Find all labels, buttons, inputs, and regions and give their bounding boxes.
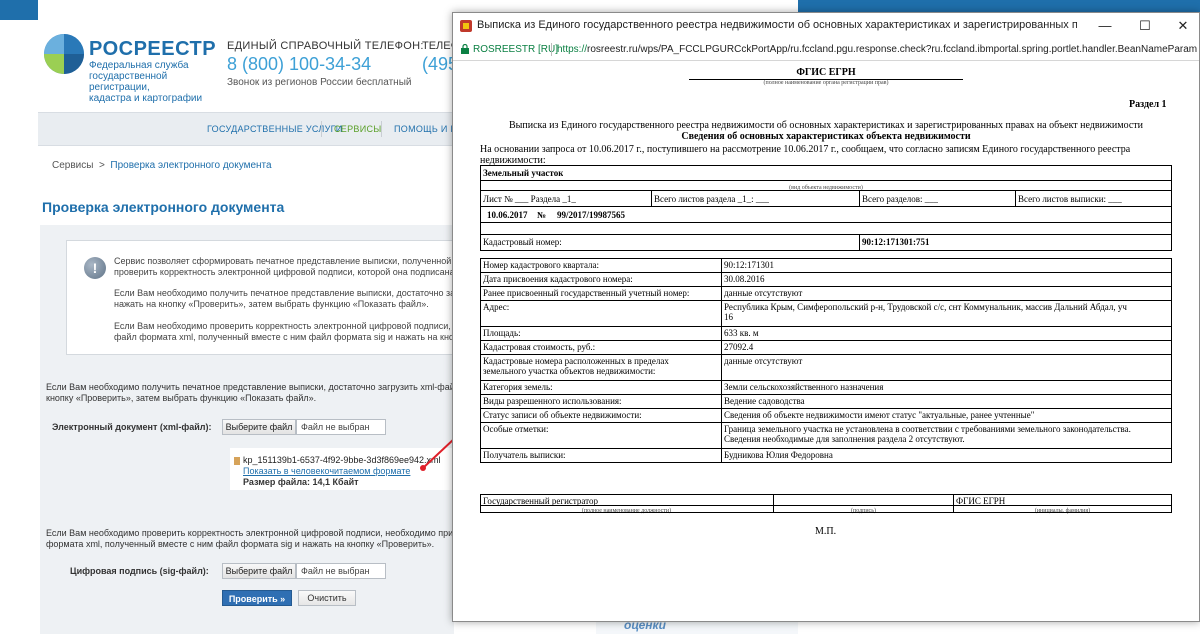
breadcrumb-separator: > xyxy=(99,160,105,171)
url-text[interactable]: https://rosreestr.ru/wps/PA_FCCLPGURCckP… xyxy=(557,44,1197,55)
breadcrumb: Сервисы > Проверка электронного документ… xyxy=(52,160,272,171)
sheets-in-section: Всего листов раздела _1_: ___ xyxy=(654,194,770,204)
rosreestr-logo-icon[interactable] xyxy=(44,34,84,74)
doc-org: ФГИС ЕГРН xyxy=(796,67,856,78)
notice-line: Если Вам необходимо получить печатное пр… xyxy=(114,288,454,298)
chrome-popup-window[interactable]: Выписка из Единого государственного реес… xyxy=(452,12,1200,622)
phone-note: Звонок из регионов России бесплатный xyxy=(227,77,412,88)
doc-basis: На основании запроса от 10.06.2017 г., п… xyxy=(480,144,1131,155)
row-label: Номер кадастрового квартала: xyxy=(483,260,599,270)
row-label: Виды разрешенного использования: xyxy=(483,396,622,406)
doc-section: Раздел 1 xyxy=(1129,99,1167,110)
maximize-icon[interactable]: ☐ xyxy=(1133,16,1157,36)
xml-field-label: Электронный документ (xml-файл): xyxy=(52,422,212,432)
stamp-mark: М.П. xyxy=(815,526,837,537)
check-button[interactable]: Проверить » xyxy=(222,590,292,606)
sheets-total: Всего листов выписки: ___ xyxy=(1018,194,1122,204)
notice-line: файл формата xml, полученный вместе с ни… xyxy=(114,332,454,342)
info-icon: ! xyxy=(84,257,106,279)
doc-subtitle: Сведения об основных характеристиках объ… xyxy=(681,131,971,142)
xml-file-status: Файл не выбран xyxy=(296,419,386,435)
row-label: Кадастровая стоимость, руб.: xyxy=(483,342,596,352)
site-identity[interactable]: ROSREESTR [RU] xyxy=(473,44,558,55)
row-value: Ведение садоводства xyxy=(724,396,805,406)
show-readable-link[interactable]: Показать в человекочитаемом формате xyxy=(243,466,410,476)
clear-button[interactable]: Очистить xyxy=(298,590,356,606)
uploaded-file-size: Размер файла: 14,1 Кбайт xyxy=(243,477,359,487)
uploaded-file-name: kp_151139b1-6537-4f92-9bbe-3d3f869ee942.… xyxy=(243,455,441,465)
row-value: 633 кв. м xyxy=(724,328,759,338)
brand-subtitle: Федеральная служба государственной регис… xyxy=(89,60,203,104)
sheet-number: Лист № ___ Раздела _1_ xyxy=(483,194,576,204)
row-value: 30.08.2016 xyxy=(724,274,765,284)
notice-line: нажать на кнопку «Проверить», затем выбр… xyxy=(114,299,429,309)
row-label: Категория земель: xyxy=(483,382,553,392)
doc-org-caption: (полное наименование органа регистрации … xyxy=(763,80,889,86)
row-label: Кадастровые номера расположенных в преде… xyxy=(483,356,669,366)
sig-section-text: Если Вам необходимо проверить корректнос… xyxy=(46,528,454,538)
doc-number: 99/2017/19987565 xyxy=(557,210,626,220)
phone-number: 8 (800) 100-34-34 xyxy=(227,54,372,74)
notice-line: Если Вам необходимо проверить корректнос… xyxy=(114,321,454,331)
row-value: Сведения необходимые для заполнения разд… xyxy=(724,434,965,444)
lock-icon xyxy=(461,44,469,54)
sig-choose-file-button[interactable]: Выберите файл xyxy=(222,563,296,579)
xml-section-text: Если Вам необходимо получить печатное пр… xyxy=(46,382,454,392)
url-path: rosreestr.ru/wps/PA_FCCLPGURCckPortApp/r… xyxy=(587,44,1197,55)
row-value: 90:12:171301 xyxy=(724,260,775,270)
row-label: Ранее присвоенный государственный учетны… xyxy=(483,288,690,298)
doc-date: 10.06.2017 xyxy=(487,210,528,220)
window-title: Выписка из Единого государственного реес… xyxy=(477,19,1077,31)
breadcrumb-root[interactable]: Сервисы xyxy=(52,160,93,171)
row-label: Дата присвоения кадастрового номера: xyxy=(483,274,633,284)
row-value: данные отсутствуют xyxy=(724,288,803,298)
url-scheme: https:// xyxy=(557,44,588,55)
file-icon xyxy=(234,457,240,465)
page-title: Проверка электронного документа xyxy=(42,199,285,215)
name-caption: (инициалы, фамилия) xyxy=(1034,508,1091,514)
sig-file-status: Файл не выбран xyxy=(296,563,386,579)
brand-name[interactable]: РОСРЕЕСТР xyxy=(89,38,216,61)
row-label: Статус записи об объекте недвижимости: xyxy=(483,410,642,420)
site-favicon-icon xyxy=(460,20,472,32)
doc-number-sign: № xyxy=(537,210,547,220)
object-type: Земельный участок xyxy=(483,168,564,178)
row-value: данные отсутствуют xyxy=(724,356,803,366)
xml-choose-file-button[interactable]: Выберите файл xyxy=(222,419,296,435)
minimize-icon[interactable]: — xyxy=(1093,16,1117,36)
doc-title: Выписка из Единого государственного реес… xyxy=(508,120,1143,131)
nav-item-services[interactable]: СЕРВИСЫ xyxy=(334,124,382,134)
xml-section-text: кнопку «Проверить», затем выбрать функци… xyxy=(46,393,317,403)
row-value: 16 xyxy=(724,312,733,322)
row-label: Площадь: xyxy=(483,328,521,338)
row-value: Республика Крым, Симферопольский р-н, Тр… xyxy=(724,302,1127,312)
nav-item-services-gov[interactable]: ГОСУДАРСТВЕННЫЕ УСЛУГИ xyxy=(207,124,343,134)
row-value: 27092.4 xyxy=(724,342,754,352)
cadastral-number: 90:12:171301:751 xyxy=(862,237,930,247)
row-label: Получатель выписки: xyxy=(483,450,566,460)
sections-total: Всего разделов: ___ xyxy=(862,194,939,204)
window-titlebar[interactable]: Выписка из Единого государственного реес… xyxy=(453,13,1199,39)
row-label: Адрес: xyxy=(483,302,510,312)
row-value: Граница земельного участка не установлен… xyxy=(724,424,1131,434)
sign-caption: (подпись) xyxy=(851,508,876,514)
sig-section-text: формата xml, полученный вместе с ним фай… xyxy=(46,539,435,549)
row-value: Сведения об объекте недвижимости имеют с… xyxy=(724,410,1035,420)
breadcrumb-current[interactable]: Проверка электронного документа xyxy=(110,160,271,171)
notice-line: проверить корректность электронной цифро… xyxy=(114,267,454,277)
object-type-caption: (вид объекта недвижимости) xyxy=(789,185,863,191)
address-bar[interactable]: ROSREESTR [RU] https://rosreestr.ru/wps/… xyxy=(453,39,1199,61)
row-value: Будникова Юлия Федоровна xyxy=(724,450,833,460)
close-icon[interactable]: ✕ xyxy=(1171,16,1195,36)
row-label: Особые отметки: xyxy=(483,424,549,434)
cadastral-label: Кадастровый номер: xyxy=(483,237,562,247)
position-caption: (полное наименование должности) xyxy=(581,508,672,514)
document-view: ФГИС ЕГРН (полное наименование органа ре… xyxy=(453,62,1199,621)
sig-field-label: Цифровая подпись (sig-файл): xyxy=(70,566,209,576)
row-value: Земли сельскохозяйственного назначения xyxy=(724,382,884,392)
notice-line: Сервис позволяет сформировать печатное п… xyxy=(114,256,454,266)
row-label: земельного участка объектов недвижимости… xyxy=(483,366,656,376)
phone-label: ЕДИНЫЙ СПРАВОЧНЫЙ ТЕЛЕФОН: xyxy=(227,40,424,52)
